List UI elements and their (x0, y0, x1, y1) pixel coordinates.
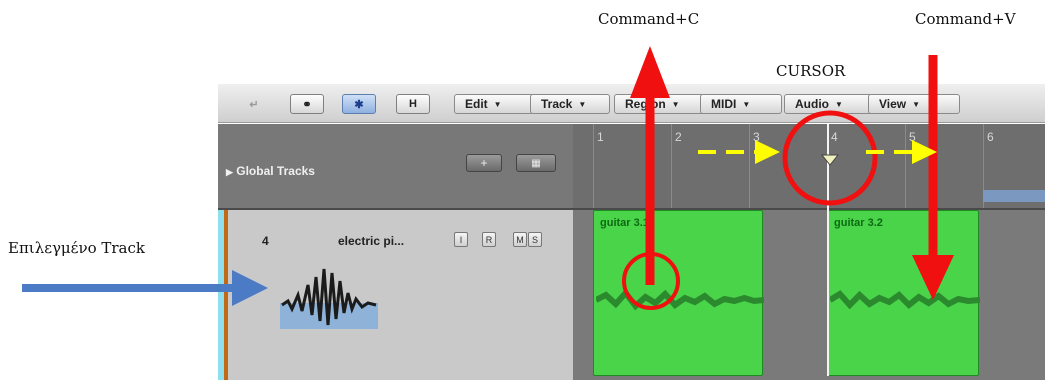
record-enable-button[interactable]: R (482, 232, 496, 247)
global-tracks-toggle[interactable]: ▶ Global Tracks (226, 164, 315, 178)
menu-view[interactable]: View ▼ (868, 94, 960, 114)
menu-audio-label: Audio (795, 97, 829, 111)
menu-region[interactable]: Region ▼ (614, 94, 706, 114)
bar-line (749, 124, 750, 208)
arrange-area[interactable]: guitar 3.1 guitar 3.2 (573, 124, 1045, 380)
bar-ruler[interactable]: 1 2 3 4 5 6 (573, 124, 1045, 210)
toolbar: ↵ ⚭ ✱ H Edit ▼ Track ▼ Region ▼ MIDI ▼ Audio… (218, 84, 1045, 123)
add-track-button[interactable]: + (466, 154, 502, 172)
menu-edit-label: Edit (465, 97, 488, 111)
link-icon: ⚭ (302, 98, 312, 111)
instrument-waveform-icon (280, 268, 378, 329)
region-name: guitar 3.1 (600, 217, 649, 229)
link-button[interactable]: ⚭ (290, 94, 324, 114)
catch-button[interactable]: ✱ (342, 94, 376, 114)
add-folder-icon: ▦ (531, 157, 541, 169)
menu-track-label: Track (541, 97, 573, 111)
chevron-down-icon: ▼ (835, 99, 843, 109)
copy-shortcut-label: Command+C (598, 10, 700, 28)
chevron-down-icon: ▼ (578, 99, 587, 109)
track-options-button[interactable]: ▦ (516, 154, 556, 172)
region-waveform (830, 290, 980, 310)
menu-region-label: Region (625, 97, 666, 111)
global-tracks-header: ▶ Global Tracks + ▦ (218, 124, 573, 210)
selected-track-label: Επιλεγμένο Track (8, 239, 145, 257)
track-name[interactable]: electric pi... (338, 234, 404, 248)
bar-line (671, 124, 672, 208)
track-color-bar (224, 210, 228, 380)
audio-region[interactable]: guitar 3.2 (827, 210, 980, 376)
cycle-region[interactable] (983, 190, 1045, 202)
chevron-down-icon: ▼ (912, 99, 921, 109)
chevron-down-icon: ▼ (742, 99, 751, 109)
undo-icon[interactable]: ↵ (240, 94, 268, 114)
hide-button[interactable]: H (396, 94, 430, 114)
bar-number: 3 (753, 130, 760, 144)
menu-view-label: View (879, 97, 907, 111)
global-tracks-label: Global Tracks (236, 164, 315, 178)
chevron-down-icon: ▼ (493, 99, 502, 109)
menu-track[interactable]: Track ▼ (530, 94, 610, 114)
region-waveform (596, 289, 764, 311)
region-name: guitar 3.2 (834, 217, 883, 229)
input-monitor-button[interactable]: I (454, 232, 468, 247)
solo-button[interactable]: S (528, 232, 542, 247)
bar-number: 5 (909, 130, 916, 144)
bar-line (905, 124, 906, 208)
menu-midi-label: MIDI (711, 97, 737, 111)
bar-line (593, 124, 594, 208)
track-number: 4 (262, 234, 269, 248)
bar-number: 1 (597, 130, 604, 144)
bar-number: 4 (831, 130, 838, 144)
menu-edit[interactable]: Edit ▼ (454, 94, 534, 114)
running-man-icon: ✱ (354, 98, 364, 111)
bar-number: 2 (675, 130, 682, 144)
menu-midi[interactable]: MIDI ▼ (700, 94, 782, 114)
track-header-selected[interactable]: 4 electric pi... I R M S (218, 210, 573, 380)
bar-number: 6 (987, 130, 994, 144)
audio-region[interactable]: guitar 3.1 (593, 210, 764, 376)
disclosure-triangle-icon: ▶ (226, 167, 233, 177)
playhead-line[interactable] (827, 124, 829, 376)
mute-button[interactable]: M (513, 232, 527, 247)
paste-shortcut-label: Command+V (915, 10, 1016, 28)
chevron-down-icon: ▼ (671, 99, 680, 109)
logic-arrange-window: ↵ ⚭ ✱ H Edit ▼ Track ▼ Region ▼ MIDI ▼ Audio… (218, 78, 1045, 380)
